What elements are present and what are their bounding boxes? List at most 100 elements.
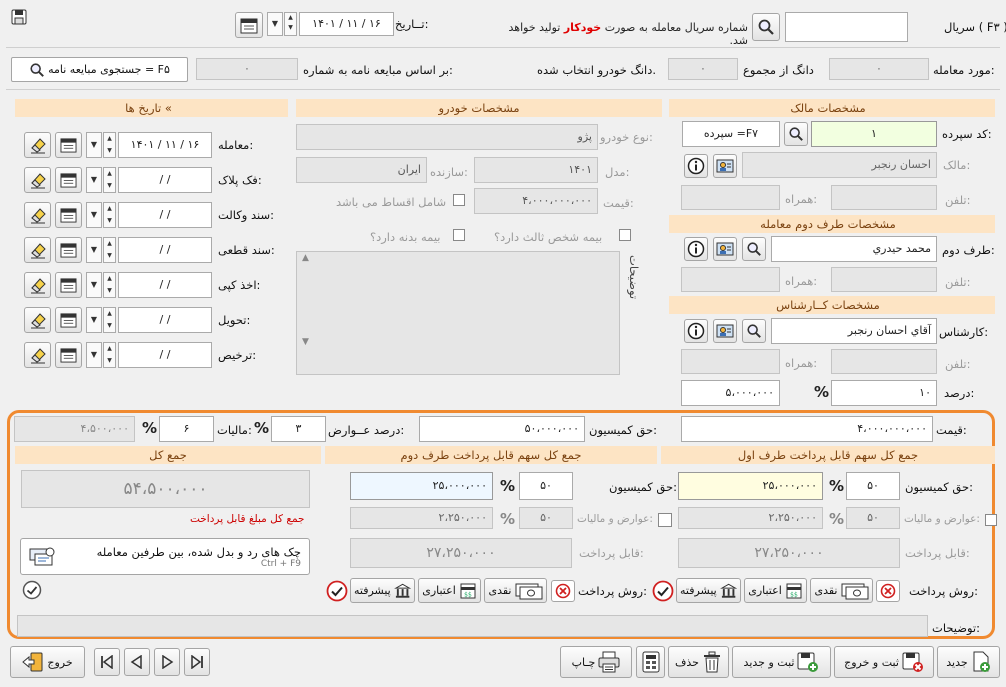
exit-button[interactable]: خروج <box>10 646 85 678</box>
p1-duties-percent[interactable]: ۵۰ <box>846 507 900 529</box>
expert-amount-field[interactable]: ۵،۰۰۰،۰۰۰ <box>681 380 780 406</box>
date-row-input[interactable]: ۱۴۰۱ / ۱۱ / ۱۶ <box>118 132 212 158</box>
date-row-clear-button[interactable] <box>24 307 51 333</box>
party2-info-button[interactable] <box>684 237 708 261</box>
date-row-calendar-button[interactable] <box>55 167 82 193</box>
date-row-clear-button[interactable] <box>24 272 51 298</box>
contract-search-button[interactable]: جستجوی مبایعه نامه = F۵ <box>11 57 188 82</box>
car-maker-field[interactable]: ایران <box>296 157 427 183</box>
calculator-button[interactable] <box>636 646 665 678</box>
save-new-button[interactable]: ثبت و جدید <box>732 646 831 678</box>
date-row-dropdown[interactable]: ▼ <box>86 342 102 368</box>
delete-button[interactable]: حذف <box>668 646 729 678</box>
car-price-field[interactable]: ۴،۰۰۰،۰۰۰،۰۰۰ <box>474 188 598 214</box>
notes-field[interactable] <box>17 615 928 637</box>
date-row-input[interactable]: / / <box>118 167 212 193</box>
save-icon[interactable] <box>10 8 28 26</box>
nav-first-button[interactable] <box>94 648 120 676</box>
expert-mobile-field[interactable] <box>681 349 780 374</box>
p1-pay-advanced-button[interactable]: پیشرفته <box>676 578 741 603</box>
date-row-calendar-button[interactable] <box>55 272 82 298</box>
date-row-dropdown[interactable]: ▼ <box>86 132 102 158</box>
p2-pay-cash-button[interactable]: نقدی <box>484 578 547 603</box>
cheques-button[interactable]: چک های رد و بدل شده، بین طرفین معامله Ct… <box>20 538 310 575</box>
date-row-spinner[interactable]: ▲ ▼ <box>103 167 116 193</box>
date-spinner[interactable]: ▲ ▼ <box>284 12 297 36</box>
date-row-dropdown[interactable]: ▼ <box>86 237 102 263</box>
installment-checkbox[interactable] <box>453 194 465 206</box>
p2-duties-percent[interactable]: ۵۰ <box>519 507 573 529</box>
owner-mobile-field[interactable] <box>681 185 780 210</box>
car-notes-textarea[interactable]: ▲ ▼ <box>296 251 620 375</box>
date-dropdown[interactable]: ▼ <box>267 12 283 36</box>
date-row-spinner[interactable]: ▲ ▼ <box>103 202 116 228</box>
owner-info-button[interactable] <box>684 154 708 178</box>
date-calendar-button[interactable] <box>235 12 263 38</box>
party2-mobile-field[interactable] <box>681 267 780 292</box>
p1-payable-field[interactable]: ۲۷،۲۵۰،۰۰۰ <box>678 538 900 568</box>
p2-commission-amount[interactable]: ۲۵،۰۰۰،۰۰۰ <box>350 472 493 500</box>
new-button[interactable]: جدید <box>937 646 1000 678</box>
check-circle-icon[interactable] <box>22 580 42 600</box>
serial-search-button[interactable] <box>752 13 780 41</box>
p2-duties-checkbox[interactable] <box>658 513 672 527</box>
p1-pay-cash-button[interactable]: نقدی <box>810 578 873 603</box>
expert-percent-field[interactable]: ۱۰ <box>831 380 937 406</box>
date-row-dropdown[interactable]: ▼ <box>86 307 102 333</box>
party2-card-button[interactable] <box>713 237 737 261</box>
date-row-clear-button[interactable] <box>24 237 51 263</box>
owner-card-button[interactable] <box>713 154 737 178</box>
tax-field[interactable]: ۶ <box>159 416 214 442</box>
p1-commission-percent[interactable]: ۵۰ <box>846 472 900 500</box>
owner-name-field[interactable]: احسان رنجبر <box>742 152 937 178</box>
serial-input[interactable] <box>785 12 908 42</box>
party2-search-button[interactable] <box>742 237 766 261</box>
date-row-input[interactable]: / / <box>118 202 212 228</box>
p2-pay-advanced-button[interactable]: پیشرفته <box>350 578 415 603</box>
date-row-spinner[interactable]: ▲ ▼ <box>103 342 116 368</box>
date-row-dropdown[interactable]: ▼ <box>86 167 102 193</box>
date-row-calendar-button[interactable] <box>55 307 82 333</box>
expert-name-field[interactable]: آقاي احسان رنجبر <box>771 318 937 344</box>
contract-number-input[interactable]: ۰ <box>196 58 298 80</box>
expert-search-button[interactable] <box>742 319 766 343</box>
date-row-clear-button[interactable] <box>24 202 51 228</box>
date-row-spinner[interactable]: ▲ ▼ <box>103 307 116 333</box>
date-row-spinner[interactable]: ▲ ▼ <box>103 132 116 158</box>
third-party-insurance-checkbox[interactable] <box>619 229 631 241</box>
date-row-calendar-button[interactable] <box>55 132 82 158</box>
print-button[interactable]: چـاپ <box>560 646 632 678</box>
p2-duties-amount[interactable]: ۲،۲۵۰،۰۰۰ <box>350 507 493 529</box>
save-exit-button[interactable]: ثبت و خروج <box>834 646 934 678</box>
deposit-code-input[interactable]: ۱ <box>811 121 937 147</box>
nav-prev-button[interactable] <box>124 648 150 676</box>
p2-payable-field[interactable]: ۲۷،۲۵۰،۰۰۰ <box>350 538 572 568</box>
owner-phone-field[interactable] <box>831 185 937 210</box>
deposit-shortcut-tag[interactable]: F۷= سپرده <box>682 121 780 147</box>
date-row-calendar-button[interactable] <box>55 202 82 228</box>
dang-input[interactable]: ۰ <box>668 58 738 80</box>
p1-pay-clear-button[interactable] <box>876 580 900 602</box>
body-insurance-checkbox[interactable] <box>453 229 465 241</box>
date-row-input[interactable]: / / <box>118 307 212 333</box>
car-model-field[interactable]: ۱۴۰۱ <box>474 157 598 183</box>
deal-input[interactable]: ۰ <box>829 58 929 80</box>
commission-field[interactable]: ۵۰،۰۰۰،۰۰۰ <box>419 416 585 442</box>
date-input[interactable]: ۱۴۰۱ / ۱۱ / ۱۶ <box>299 12 394 36</box>
date-row-spinner[interactable]: ▲ ▼ <box>103 272 116 298</box>
nav-last-button[interactable] <box>184 648 210 676</box>
date-row-clear-button[interactable] <box>24 132 51 158</box>
grand-total-field[interactable]: ۵۴،۵۰۰،۰۰۰ <box>21 470 310 508</box>
date-row-dropdown[interactable]: ▼ <box>86 272 102 298</box>
p1-duties-amount[interactable]: ۲،۲۵۰،۰۰۰ <box>678 507 823 529</box>
tax-amount-field[interactable]: ۴،۵۰۰،۰۰۰ <box>14 416 135 442</box>
date-row-clear-button[interactable] <box>24 167 51 193</box>
p1-duties-checkbox[interactable] <box>985 514 997 526</box>
p2-commission-percent[interactable]: ۵۰ <box>519 472 573 500</box>
expert-phone-field[interactable] <box>831 349 937 374</box>
date-row-input[interactable]: / / <box>118 237 212 263</box>
date-row-spinner[interactable]: ▲ ▼ <box>103 237 116 263</box>
total-price-field[interactable]: ۴،۰۰۰،۰۰۰،۰۰۰ <box>681 416 933 442</box>
date-row-dropdown[interactable]: ▼ <box>86 202 102 228</box>
p1-commission-amount[interactable]: ۲۵،۰۰۰،۰۰۰ <box>678 472 823 500</box>
